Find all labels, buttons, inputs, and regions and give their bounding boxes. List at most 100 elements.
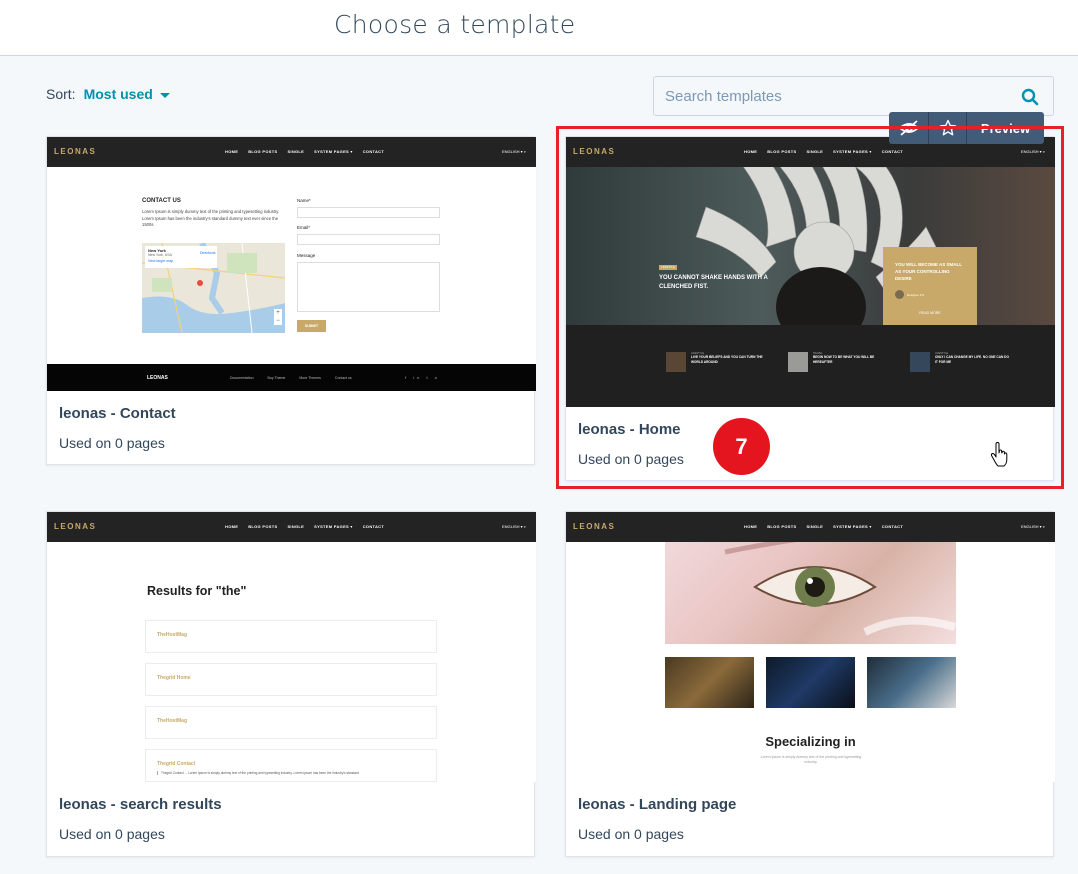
preview-hero-title: YOU CANNOT SHAKE HANDS WITH A CLENCHED F… (659, 275, 768, 290)
preview-nav-link: CONTACT (881, 149, 904, 154)
map-zoom-icon: + − (274, 309, 282, 325)
preview-nav-link: CONTACT (881, 524, 904, 529)
preview-map-link: View larger map (148, 259, 174, 263)
preview-nav-link: BLOG POSTS (767, 149, 797, 154)
hide-template-button[interactable] (889, 112, 929, 144)
preview-logo: LEONAS (573, 522, 616, 531)
preview-nav-link: SYSTEM PAGES ▾ (833, 149, 872, 154)
star-icon (939, 119, 956, 136)
post-thumbnail (788, 352, 808, 372)
preview-map-directions: Directions (200, 251, 216, 255)
preview-thumbnail (766, 657, 855, 708)
template-preview-search-results: LEONAS HOME BLOG POSTS SINGLE SYSTEM PAG… (47, 512, 536, 782)
preview-heading: Specializing in (765, 734, 856, 749)
step-badge: 7 (713, 418, 770, 475)
preview-heading: Results for "the" (147, 584, 247, 598)
template-preview-home: LEONAS HOME BLOG POSTS SINGLE SYSTEM PAG… (566, 137, 1055, 407)
preview-nav-link: HOME (225, 524, 239, 529)
template-preview-landing-page: LEONAS HOME BLOG POSTS SINGLE SYSTEM PAG… (566, 512, 1055, 782)
preview-nav-link: CONTACT (362, 524, 385, 529)
template-name: leonas - Home (578, 421, 681, 438)
preview-nav-link: SINGLE (806, 149, 824, 154)
preview-footer: LEONAS Documentation Buy Theme More Them… (47, 364, 536, 391)
page-title: Choose a template (334, 10, 576, 39)
preview-nav-link: BLOG POSTS (248, 524, 278, 529)
preview-logo: LEONAS (54, 147, 97, 156)
preview-nav-link: SYSTEM PAGES ▾ (314, 149, 353, 154)
template-usage: Used on 0 pages (578, 826, 684, 842)
template-preview-contact: LEONAS HOME BLOG POSTS SINGLE SYSTEM PAG… (47, 137, 536, 391)
sort-label: Sort: (46, 86, 76, 102)
preview-result-snippet: Thegrid Contact ... Lorem Ipsum is simpl… (157, 771, 425, 775)
preview-post: TRAVEL BEGIN NOW TO BE WHAT YOU WILL BE … (788, 352, 888, 372)
preview-result: Thegrid Home (145, 663, 437, 696)
page-header: Choose a template (0, 0, 1078, 56)
template-card-home[interactable]: LEONAS HOME BLOG POSTS SINGLE SYSTEM PAG… (565, 136, 1055, 481)
template-name: leonas - search results (59, 796, 222, 813)
eye-slash-icon (898, 120, 919, 136)
preview-logo: LEONAS (573, 147, 616, 156)
preview-nav: LEONAS HOME BLOG POSTS SINGLE SYSTEM PAG… (47, 137, 536, 167)
preview-lang: ENGLISH ▾ ⌕ (501, 149, 526, 154)
preview-field-label: Message (297, 253, 316, 258)
preview-footer-link: Documentation (230, 376, 254, 380)
preview-nav-link: HOME (225, 149, 239, 154)
template-usage: Used on 0 pages (578, 451, 684, 467)
template-name: leonas - Contact (59, 405, 176, 422)
preview-box-title: YOU WILL BECOME AS SMALL AS YOUR CONTROL… (895, 262, 962, 281)
preview-field-label: Email* (297, 225, 311, 230)
preview-nav-link: SYSTEM PAGES ▾ (314, 524, 353, 529)
caret-down-icon (159, 92, 170, 98)
favorite-template-button[interactable] (929, 112, 967, 144)
template-card-landing-page[interactable]: LEONAS HOME BLOG POSTS SINGLE SYSTEM PAG… (565, 511, 1055, 857)
preview-map: New York New York, USA View larger map D… (142, 243, 285, 333)
preview-result: TheHostMag (145, 706, 437, 739)
post-title: BEGIN NOW TO BE WHAT YOU WILL BE HEREAFT… (813, 355, 875, 364)
preview-lang: ENGLISH ▾ ⌕ (501, 524, 526, 529)
template-usage: Used on 0 pages (59, 826, 165, 842)
preview-nav: LEONAS HOME BLOG POSTS SINGLE SYSTEM PAG… (47, 512, 536, 542)
template-usage: Used on 0 pages (59, 435, 165, 451)
sort-value: Most used (83, 86, 153, 102)
preview-footer-link: Contact us (334, 376, 352, 380)
preview-result: Thegrid Contact Thegrid Contact ... Lore… (145, 749, 437, 782)
search-icon[interactable] (1021, 88, 1039, 106)
preview-nav-link: SYSTEM PAGES ▾ (833, 524, 872, 529)
preview-thumbnail (665, 657, 754, 708)
template-card-search-results[interactable]: LEONAS HOME BLOG POSTS SINGLE SYSTEM PAG… (46, 511, 536, 857)
preview-post: LIFESTYLE ONLY I CAN CHANGE MY LIFE. NO … (910, 352, 1010, 372)
template-name: leonas - Landing page (578, 796, 737, 813)
preview-template-button[interactable]: Preview (967, 112, 1044, 144)
preview-nav-link: SINGLE (806, 524, 824, 529)
template-hover-actions: Preview (889, 112, 1044, 144)
sort-dropdown[interactable]: Most used (84, 86, 170, 102)
preview-box-author: Designer F.S (907, 292, 925, 297)
preview-footer-link: Buy Theme (267, 376, 286, 380)
search-input[interactable] (665, 87, 1005, 105)
preview-footer-logo: LEONAS (147, 375, 168, 381)
preview-tag: LIFESTYLE (659, 265, 677, 270)
post-title: LIVE YOUR BELIEFS AND YOU CAN TURN THE W… (691, 355, 763, 364)
preview-result: TheHostMag (145, 620, 437, 653)
preview-field-label: Name* (297, 198, 311, 203)
preview-lang: ENGLISH ▾ ⌕ (1020, 524, 1045, 529)
preview-nav-link: HOME (744, 524, 758, 529)
preview-nav-link: SINGLE (287, 524, 305, 529)
social-icons: f in t o (405, 375, 440, 380)
preview-result-title: Thegrid Contact (157, 761, 196, 767)
preview-post: LIFESTYLE LIVE YOUR BELIEFS AND YOU CAN … (666, 352, 766, 372)
preview-field (297, 234, 440, 245)
post-thumbnail (910, 352, 930, 372)
preview-hero-image (665, 542, 956, 644)
preview-read-more: READ MORE (919, 311, 941, 315)
template-card-contact[interactable]: LEONAS HOME BLOG POSTS SINGLE SYSTEM PAG… (46, 136, 536, 465)
preview-subheading: Lorem Ipsum is simply dummy text of the … (760, 755, 862, 764)
preview-textarea (297, 262, 440, 312)
hand-cursor-icon (990, 442, 1008, 467)
preview-footer-link: More Themes (299, 376, 321, 380)
preview-nav-link: HOME (744, 149, 758, 154)
preview-lang: ENGLISH ▾ ⌕ (1020, 149, 1045, 154)
preview-nav-link: CONTACT (362, 149, 385, 154)
preview-text: Lorem Ipsum is simply dummy text of the … (142, 209, 280, 227)
preview-logo: LEONAS (54, 522, 97, 531)
